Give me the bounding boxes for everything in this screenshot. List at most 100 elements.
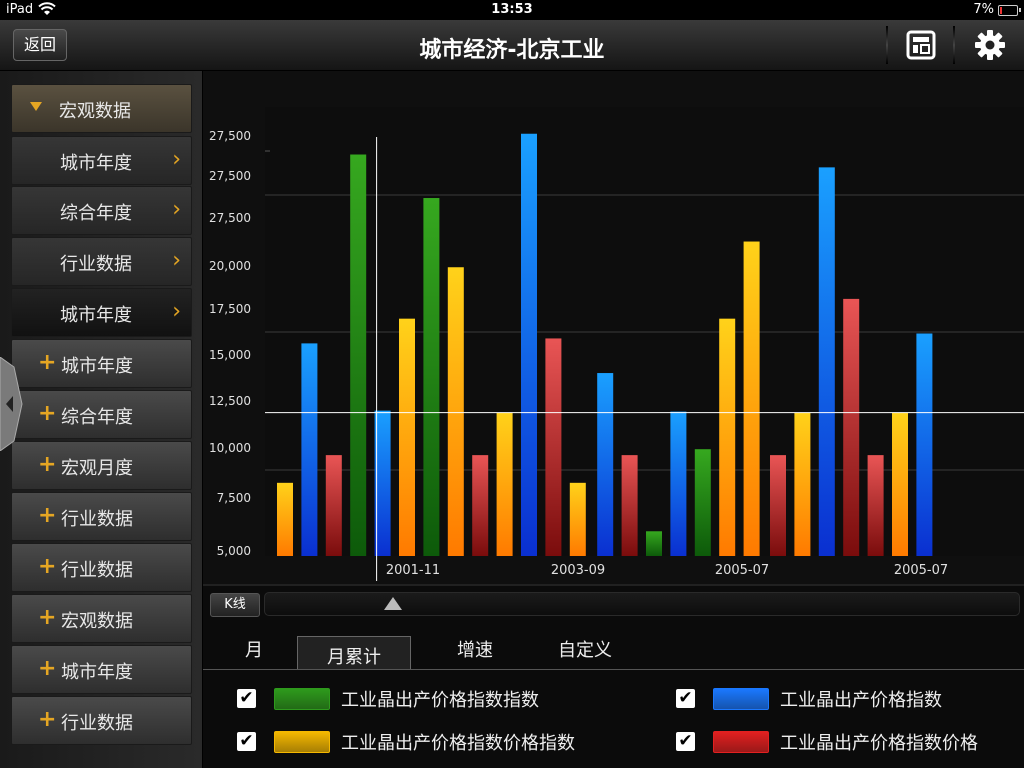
- bar: [569, 482, 586, 556]
- checkbox[interactable]: ✔: [237, 689, 256, 708]
- sidebar-item[interactable]: › 综合年度: [11, 186, 192, 235]
- y-tick-label: 12,500: [209, 394, 251, 408]
- bar: [545, 338, 562, 556]
- battery-icon: [998, 5, 1018, 16]
- legend-swatch: [274, 688, 330, 710]
- y-tick-label: 15,000: [209, 348, 251, 362]
- bar: [794, 412, 811, 556]
- x-tick-label: 2005-07: [715, 563, 769, 578]
- sidebar-item-label: 综合年度: [60, 203, 132, 224]
- sidebar-item[interactable]: + 行业数据: [11, 543, 192, 592]
- sidebar-item-label: 行业数据: [61, 560, 133, 581]
- bar: [892, 412, 908, 556]
- bar: [472, 455, 489, 556]
- y-tick-label: 27,500: [209, 211, 251, 225]
- sidebar-item-label: 城市年度: [61, 662, 133, 683]
- bar: [325, 455, 342, 556]
- y-tick-label: 10,000: [209, 441, 251, 455]
- y-tick-label: 27,500: [209, 169, 251, 183]
- sidebar-item-label: 城市年度: [60, 305, 132, 326]
- sidebar-item[interactable]: › 行业数据: [11, 237, 192, 286]
- sidebar-item-label: 城市年度: [60, 153, 132, 174]
- time-slider-thumb[interactable]: [384, 597, 402, 610]
- legend-label: 工业晶出产价格指数: [780, 690, 942, 711]
- calculator-icon[interactable]: [904, 28, 938, 62]
- sidebar-item-label: 宏观数据: [59, 101, 131, 122]
- sidebar-item[interactable]: › 城市年度: [11, 288, 192, 337]
- sidebar-item[interactable]: + 行业数据: [11, 696, 192, 745]
- checkbox[interactable]: ✔: [676, 732, 695, 751]
- plus-icon: +: [38, 554, 57, 579]
- sidebar-item[interactable]: + 综合年度: [11, 390, 192, 439]
- tab-month-cumulative[interactable]: 月累计: [297, 636, 411, 669]
- bar: [916, 333, 933, 556]
- sidebar-item-label: 综合年度: [61, 407, 133, 428]
- bar: [521, 133, 537, 556]
- gear-icon[interactable]: [973, 28, 1007, 62]
- plus-icon: +: [38, 707, 57, 732]
- bar: [621, 455, 638, 556]
- x-tick-label: 2003-09: [551, 563, 605, 578]
- plus-icon: +: [38, 401, 57, 426]
- y-tick-label: 17,500: [209, 302, 251, 316]
- clock: 13:53: [491, 2, 533, 17]
- status-bar: iPad 13:53 7%: [0, 0, 1024, 20]
- legend-swatch: [274, 731, 330, 753]
- legend-swatch: [713, 688, 769, 710]
- nav-divider: [953, 26, 955, 64]
- bar: [423, 198, 440, 556]
- bar: [867, 455, 884, 556]
- page-title: 城市经济-北京工业: [419, 38, 605, 63]
- chevron-right-icon: ›: [172, 248, 181, 273]
- sidebar-item-label: 宏观数据: [61, 611, 133, 632]
- tab-custom[interactable]: 自定义: [553, 636, 617, 669]
- legend-swatch: [713, 731, 769, 753]
- kline-button[interactable]: K线: [210, 593, 260, 617]
- checkbox[interactable]: ✔: [676, 689, 695, 708]
- plus-icon: +: [38, 503, 57, 528]
- legend-item[interactable]: ✔ 工业晶出产价格指数价格指数: [237, 727, 657, 757]
- sidebar-item[interactable]: + 宏观数据: [11, 594, 192, 643]
- legend-label: 工业晶出产价格指数价格指数: [341, 733, 575, 754]
- sidebar-item[interactable]: 宏观数据: [11, 84, 192, 133]
- bar: [818, 167, 835, 556]
- legend-label: 工业晶出产价格指数价格: [780, 733, 978, 754]
- sidebar-item[interactable]: + 宏观月度: [11, 441, 192, 490]
- legend-item[interactable]: ✔ 工业晶出产价格指数价格: [676, 727, 1016, 757]
- sidebar-item[interactable]: + 行业数据: [11, 492, 192, 541]
- bar: [597, 373, 614, 556]
- bar: [694, 449, 711, 556]
- bar: [447, 267, 464, 556]
- sidebar-collapse-handle[interactable]: [0, 356, 24, 452]
- nav-bar: 返回 城市经济-北京工业: [0, 20, 1024, 71]
- y-tick-label: 27,500: [209, 129, 251, 143]
- sidebar-item-label: 宏观月度: [61, 458, 133, 479]
- bar-chart[interactable]: 27,500 27,500 27,500 20,000 17,500 15,000 12,5…: [203, 71, 1024, 586]
- y-tick-label: 20,000: [209, 259, 251, 273]
- tab-month[interactable]: 月: [243, 636, 265, 669]
- tab-growth[interactable]: 增速: [447, 636, 503, 669]
- checkbox[interactable]: ✔: [237, 732, 256, 751]
- plus-icon: +: [38, 350, 57, 375]
- bar: [646, 531, 662, 556]
- sidebar-item-label: 行业数据: [60, 254, 132, 275]
- legend-item[interactable]: ✔ 工业晶出产价格指数: [676, 684, 1016, 714]
- sidebar-item[interactable]: + 城市年度: [11, 645, 192, 694]
- battery-percent: 7%: [973, 2, 994, 17]
- bar: [496, 412, 513, 556]
- battery-tip: [1019, 8, 1021, 12]
- y-tick-label: 5,000: [217, 544, 251, 558]
- bar: [399, 318, 415, 556]
- plus-icon: +: [38, 656, 57, 681]
- bar: [770, 455, 786, 556]
- sidebar: 宏观数据 › 城市年度 › 综合年度 › 行业数据 › 城市年度 + 城市年度 + 综合年度 + 宏观月度 +…: [0, 71, 203, 768]
- sidebar-item[interactable]: + 城市年度: [11, 339, 192, 388]
- sidebar-item-label: 行业数据: [61, 713, 133, 734]
- time-slider-track[interactable]: [264, 592, 1020, 616]
- bar: [350, 154, 367, 556]
- plus-icon: +: [38, 605, 57, 630]
- y-tick-label: 7,500: [217, 491, 251, 505]
- sidebar-item[interactable]: › 城市年度: [11, 136, 192, 185]
- legend-item[interactable]: ✔ 工业晶出产价格指数指数: [237, 684, 597, 714]
- chevron-right-icon: ›: [172, 299, 181, 324]
